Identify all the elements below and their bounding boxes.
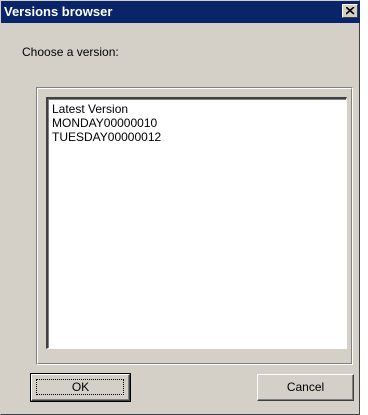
cancel-button[interactable]: Cancel (257, 374, 354, 401)
versions-browser-dialog: Versions browser Choose a version: Lates… (0, 0, 360, 415)
ok-button[interactable]: OK (30, 373, 131, 402)
close-button[interactable] (342, 4, 358, 18)
ok-button-label: OK (71, 380, 90, 394)
version-item[interactable]: MONDAY00000010 (51, 116, 346, 130)
close-icon (346, 7, 355, 15)
title-bar[interactable]: Versions browser (1, 1, 360, 23)
version-item[interactable]: TUESDAY00000012 (51, 130, 346, 144)
choose-version-label: Choose a version: (22, 45, 119, 59)
window-title: Versions browser (4, 4, 113, 19)
cancel-button-label: Cancel (286, 380, 325, 394)
version-list[interactable]: Latest Version MONDAY00000010 TUESDAY000… (46, 97, 347, 349)
version-item[interactable]: Latest Version (51, 102, 346, 116)
